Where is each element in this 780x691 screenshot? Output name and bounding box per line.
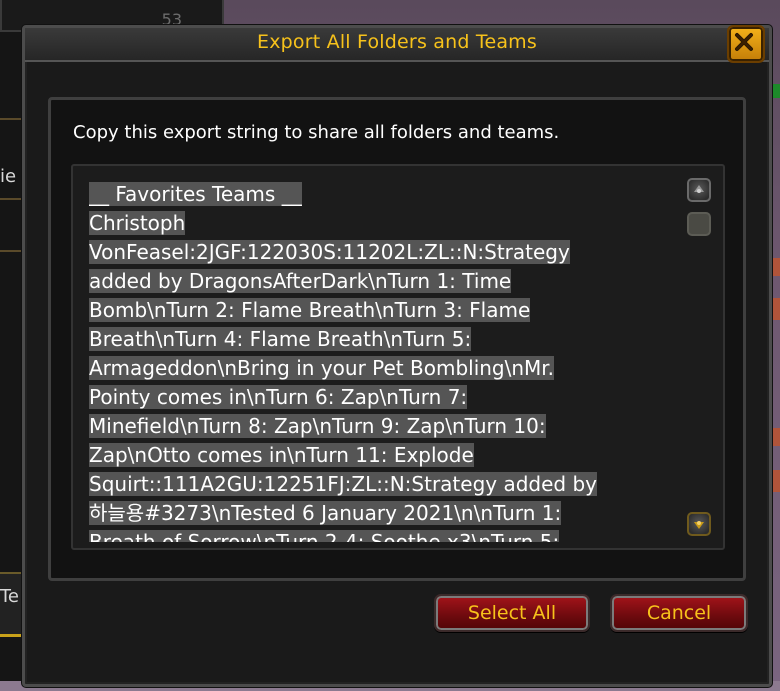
export-string-line: Breath\nTurn 4: Flame Breath\nTurn 5: [89, 325, 669, 354]
export-string-line-text: VonFeasel:2JGF:122030S:11202L:ZL::N:Stra… [89, 240, 570, 264]
background-text-fragment: Te [0, 586, 20, 607]
export-string-line-text: Zap\nOtto comes in\nTurn 11: Explode [89, 443, 474, 467]
export-string-line: Squirt::111A2GU:12251FJ:ZL::N:Strategy a… [89, 470, 669, 499]
export-string-line: 하늘용#3273\nTested 6 January 2021\n\nTurn … [89, 499, 669, 528]
export-string-line: Zap\nOtto comes in\nTurn 11: Explode [89, 441, 669, 470]
scrollbar-thumb[interactable] [687, 212, 711, 236]
scroll-down-icon [694, 521, 704, 529]
export-string-line: Christoph [89, 209, 669, 238]
scroll-down-button[interactable] [687, 512, 711, 536]
select-all-button[interactable]: Select All [434, 594, 590, 632]
export-instructions: Copy this export string to share all fol… [73, 122, 560, 143]
export-string-line-text: Breath of Sorrow\nTurn 2-4: Soothe x3\nT… [89, 530, 560, 542]
export-dialog: Export All Folders and Teams Copy this e… [22, 25, 772, 687]
export-string-line: Armageddon\nBring in your Pet Bombling\n… [89, 354, 669, 383]
export-string-line-text: Squirt::111A2GU:12251FJ:ZL::N:Strategy a… [89, 472, 597, 496]
export-string-line-text: Minefield\nTurn 8: Zap\nTurn 9: Zap\nTur… [89, 414, 546, 438]
scroll-up-button[interactable] [687, 178, 711, 202]
export-string-line: Pointy comes in\nTurn 6: Zap\nTurn 7: [89, 383, 669, 412]
export-string-line-text: 하늘용#3273\nTested 6 January 2021\n\nTurn … [89, 501, 562, 525]
cancel-button[interactable]: Cancel [610, 594, 748, 632]
export-string-line-text: __ Favorites Teams __ [89, 182, 302, 206]
export-string-line-text: Breath\nTurn 4: Flame Breath\nTurn 5: [89, 327, 472, 351]
dialog-title-bar[interactable]: Export All Folders and Teams [25, 28, 769, 62]
export-string-line-text: added by DragonsAfterDark\nTurn 1: Time [89, 269, 512, 293]
close-button[interactable] [727, 25, 765, 63]
export-string-line: added by DragonsAfterDark\nTurn 1: Time [89, 267, 669, 296]
export-string-line: Bomb\nTurn 2: Flame Breath\nTurn 3: Flam… [89, 296, 669, 325]
scroll-up-icon [694, 185, 704, 193]
export-string-editbox[interactable]: __ Favorites Teams __ Christoph VonFeasel:… [71, 164, 725, 550]
export-string-line: Breath of Sorrow\nTurn 2-4: Soothe x3\nT… [89, 528, 669, 542]
close-x-icon [735, 33, 753, 51]
dialog-title: Export All Folders and Teams [257, 31, 537, 53]
export-string-line: Minefield\nTurn 8: Zap\nTurn 9: Zap\nTur… [89, 412, 669, 441]
export-string-text[interactable]: __ Favorites Teams __ Christoph VonFeasel:… [89, 180, 669, 542]
export-string-line-text: Bomb\nTurn 2: Flame Breath\nTurn 3: Flam… [89, 298, 531, 322]
background-text-fragment: ie [0, 166, 17, 187]
export-string-line: __ Favorites Teams __ [89, 180, 669, 209]
dialog-content-panel: Copy this export string to share all fol… [48, 97, 746, 581]
export-string-line: VonFeasel:2JGF:122030S:11202L:ZL::N:Stra… [89, 238, 669, 267]
export-string-line-text: Pointy comes in\nTurn 6: Zap\nTurn 7: [89, 385, 468, 409]
export-string-line-text: Armageddon\nBring in your Pet Bombling\n… [89, 356, 555, 380]
export-string-line-text: Christoph [89, 211, 186, 235]
